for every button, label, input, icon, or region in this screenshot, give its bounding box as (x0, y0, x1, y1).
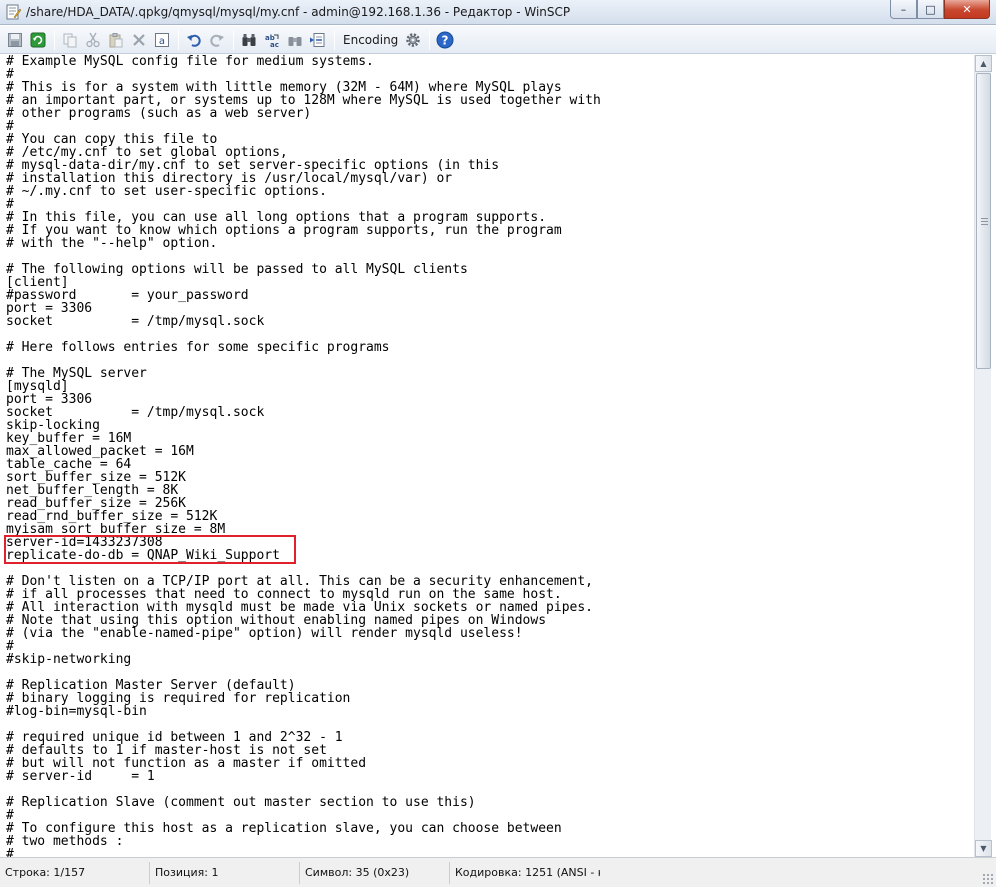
file-content: # Example MySQL config file for medium s… (6, 55, 601, 857)
status-symbol: Символ: 35 (0x23) (300, 861, 450, 884)
code-line: #log-bin=mysql-bin (6, 704, 147, 719)
code-line: #password = your_password (6, 288, 249, 303)
redo-button[interactable] (206, 29, 228, 51)
replace-icon: ab ac (265, 34, 279, 48)
replace-button[interactable]: ab ac (261, 29, 283, 51)
toolbar: a ab ac Encoding ? (0, 26, 996, 54)
highlight-annotation-box (4, 535, 296, 564)
toolbar-separator (178, 29, 179, 50)
status-position: Позиция: 1 (150, 861, 300, 884)
code-line: # two methods : (6, 834, 124, 849)
code-line: # other programs (such as a web server) (6, 106, 312, 121)
code-line: # (6, 847, 14, 857)
code-line: #skip-networking (6, 652, 132, 667)
delete-button[interactable] (128, 29, 150, 51)
status-bar: Строка: 1/157 Позиция: 1 Символ: 35 (0x2… (0, 857, 996, 887)
delete-icon (133, 33, 145, 46)
find-button[interactable] (238, 29, 260, 51)
gear-icon (406, 32, 421, 47)
code-line: socket = /tmp/mysql.sock (6, 314, 265, 329)
scroll-grip-line (981, 218, 988, 219)
goto-line-icon (310, 32, 325, 47)
select-all-button[interactable]: a (151, 29, 173, 51)
code-line: # The MySQL server (6, 366, 147, 381)
window-controls: – □ ✕ (890, 0, 990, 19)
vertical-scrollbar[interactable]: ▲ ▼ (974, 55, 992, 857)
scroll-grip-line (981, 221, 988, 222)
select-all-icon: a (155, 32, 169, 47)
help-button[interactable]: ? (434, 29, 456, 51)
code-line: # Here follows entries for some specific… (6, 340, 390, 355)
save-button[interactable] (4, 29, 26, 51)
goto-line-button[interactable] (307, 29, 329, 51)
code-line: # (via the "enable-named-pipe" option) w… (6, 626, 523, 641)
toolbar-separator (334, 29, 335, 50)
scroll-grip-line (981, 224, 988, 225)
paste-button[interactable] (105, 29, 127, 51)
code-line: # Example MySQL config file for medium s… (6, 55, 374, 69)
toolbar-separator (233, 29, 234, 50)
cut-button[interactable] (82, 29, 104, 51)
close-button[interactable]: ✕ (944, 0, 990, 19)
undo-button[interactable] (183, 29, 205, 51)
copy-icon (63, 33, 77, 47)
code-line: # ~/.my.cnf to set user-specific options… (6, 184, 327, 199)
maximize-button[interactable]: □ (917, 0, 944, 19)
window-title: /share/HDA_DATA/.qpkg/qmysql/mysql/my.cn… (26, 5, 571, 19)
scroll-down-arrow[interactable]: ▼ (975, 840, 992, 857)
scroll-up-arrow[interactable]: ▲ (975, 55, 992, 72)
minimize-button[interactable]: – (890, 0, 917, 19)
svg-text:a: a (159, 36, 165, 47)
binoculars-next-icon (288, 36, 302, 46)
toolbar-separator (429, 29, 431, 50)
svg-text:?: ? (442, 33, 449, 47)
title-bar[interactable]: /share/HDA_DATA/.qpkg/qmysql/mysql/my.cn… (0, 0, 996, 25)
binoculars-icon (242, 33, 256, 46)
code-line: # The following options will be passed t… (6, 262, 468, 277)
status-line: Строка: 1/157 (0, 861, 150, 884)
encoding-label[interactable]: Encoding (343, 33, 398, 47)
svg-text:ac: ac (270, 41, 279, 48)
redo-icon (210, 34, 224, 47)
scissors-icon (86, 32, 100, 47)
encoding-settings-button[interactable] (402, 29, 424, 51)
copy-button[interactable] (59, 29, 81, 51)
paste-icon (109, 32, 123, 47)
scroll-thumb[interactable] (976, 73, 991, 369)
reload-button[interactable] (27, 29, 49, 51)
code-line: [mysqld] (6, 379, 69, 394)
reload-icon (30, 32, 46, 47)
code-line: # server-id = 1 (6, 769, 155, 784)
text-editor[interactable]: # Example MySQL config file for medium s… (0, 55, 974, 857)
status-encoding: Кодировка: 1251 (ANSI - кі (455, 866, 600, 879)
code-line: # Replication Slave (comment out master … (6, 795, 476, 810)
find-next-button[interactable] (284, 29, 306, 51)
code-line: # with the "--help" option. (6, 236, 218, 251)
editor-app-icon (6, 4, 21, 20)
help-icon: ? (436, 31, 454, 48)
resize-grip-icon[interactable] (982, 873, 994, 885)
undo-icon (187, 34, 201, 47)
toolbar-separator (54, 29, 55, 50)
save-icon (8, 32, 22, 47)
